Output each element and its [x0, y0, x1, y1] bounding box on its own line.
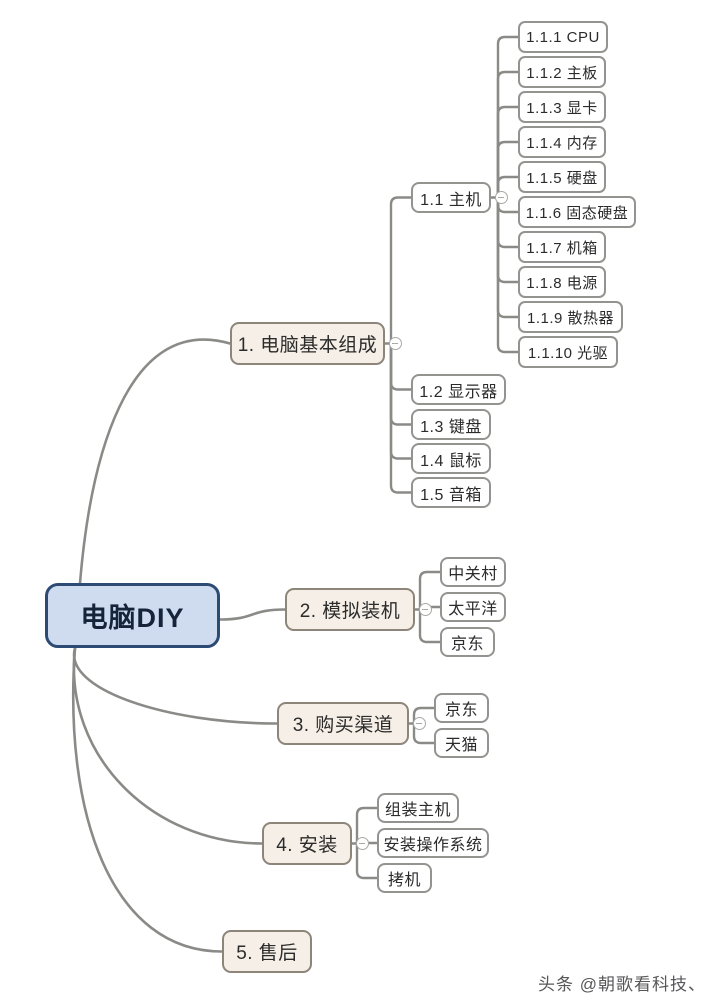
subnode-b1c5[interactable]: 1.5 音箱	[411, 477, 491, 508]
connector	[496, 105, 520, 199]
connector	[389, 342, 413, 391]
node-label: 1.2 显示器	[419, 383, 498, 401]
subnode-b2c3[interactable]: 京东	[440, 627, 495, 657]
subnode-b3c1[interactable]: 京东	[434, 693, 489, 723]
leaf-node-b1c1g10[interactable]: 1.1.10 光驱	[518, 336, 618, 368]
subnode-b2c2[interactable]: 太平洋	[440, 592, 506, 622]
node-label: 1.1 主机	[420, 191, 482, 209]
node-label: 1.1.8 电源	[526, 274, 598, 292]
collapse-toggle[interactable]	[495, 191, 508, 204]
connector	[496, 35, 520, 199]
node-label: 京东	[450, 636, 484, 653]
node-label: 1.3 键盘	[420, 418, 482, 436]
leaf-node-b1c1g8[interactable]: 1.1.8 电源	[518, 266, 606, 298]
node-label: 电脑DIY	[80, 603, 185, 633]
connector-layer	[71, 35, 520, 953]
node-label: 1.1.3 显卡	[526, 99, 598, 117]
subnode-b1c1[interactable]: 1.1 主机	[411, 182, 491, 213]
subnode-b4c3[interactable]: 拷机	[377, 863, 432, 893]
node-label: 1.1.4 内存	[526, 134, 598, 152]
connector	[218, 608, 287, 621]
node-label: 1.1.7 机箱	[526, 239, 598, 257]
node-label: 京东	[444, 702, 478, 719]
branch-node-b2[interactable]: 2. 模拟装机	[285, 588, 415, 631]
collapse-toggle[interactable]	[356, 837, 369, 850]
mindmap-canvas: 电脑DIY 1. 电脑基本组成 1.1 主机 1.1.1 CPU 1.1.2 主板 1.1…	[0, 0, 720, 1007]
leaf-node-b1c1g5[interactable]: 1.1.5 硬盘	[518, 161, 606, 193]
node-label: 3. 购买渠道	[292, 715, 394, 736]
node-label: 1.1.6 固态硬盘	[525, 204, 629, 222]
branch-node-b3[interactable]: 3. 购买渠道	[277, 702, 409, 745]
leaf-node-b1c1g9[interactable]: 1.1.9 散热器	[518, 301, 623, 333]
leaf-node-b1c1g4[interactable]: 1.1.4 内存	[518, 126, 606, 158]
node-label: 拷机	[387, 872, 421, 889]
connector	[389, 342, 413, 494]
leaf-node-b1c1g7[interactable]: 1.1.7 机箱	[518, 231, 606, 263]
connector	[496, 70, 520, 199]
node-label: 5. 售后	[236, 943, 298, 964]
node-label: 1.1.1 CPU	[526, 28, 600, 46]
node-label: 组装主机	[384, 802, 451, 819]
connector	[496, 196, 520, 284]
node-label: 4. 安装	[276, 835, 338, 856]
collapse-toggle[interactable]	[413, 717, 426, 730]
connector	[496, 196, 520, 319]
watermark: 头条 @朝歌看科技、	[538, 975, 706, 994]
connector	[72, 646, 264, 845]
connector	[71, 646, 224, 953]
leaf-node-b1c1g2[interactable]: 1.1.2 主板	[518, 56, 606, 88]
subnode-b1c2[interactable]: 1.2 显示器	[411, 374, 506, 405]
leaf-node-b1c1g6[interactable]: 1.1.6 固态硬盘	[518, 196, 636, 228]
node-label: 1.5 音箱	[420, 486, 482, 504]
collapse-toggle[interactable]	[419, 603, 432, 616]
connector	[389, 196, 413, 345]
subnode-b1c4[interactable]: 1.4 鼠标	[411, 443, 491, 474]
subnode-b3c2[interactable]: 天猫	[434, 728, 489, 758]
root-node[interactable]: 电脑DIY	[45, 583, 220, 648]
connector	[78, 338, 232, 585]
branch-node-b5[interactable]: 5. 售后	[222, 930, 312, 973]
node-label: 1.4 鼠标	[420, 452, 482, 470]
node-label: 1.1.5 硬盘	[526, 169, 598, 187]
subnode-b1c3[interactable]: 1.3 键盘	[411, 409, 491, 440]
collapse-toggle[interactable]	[389, 337, 402, 350]
branch-node-b1[interactable]: 1. 电脑基本组成	[230, 322, 385, 365]
node-label: 1.1.9 散热器	[526, 309, 615, 327]
node-label: 太平洋	[448, 601, 498, 618]
node-label: 2. 模拟装机	[299, 601, 401, 622]
node-label: 中关村	[448, 566, 498, 583]
subnode-b4c1[interactable]: 组装主机	[377, 793, 459, 823]
leaf-node-b1c1g1[interactable]: 1.1.1 CPU	[518, 21, 608, 53]
node-label: 1.1.2 主板	[526, 64, 598, 82]
connector	[496, 196, 520, 249]
node-label: 1.1.10 光驱	[527, 344, 609, 362]
node-label: 天猫	[444, 737, 478, 754]
connector	[72, 646, 279, 725]
leaf-node-b1c1g3[interactable]: 1.1.3 显卡	[518, 91, 606, 123]
connector	[389, 342, 413, 460]
node-label: 安装操作系统	[383, 837, 483, 854]
subnode-b2c1[interactable]: 中关村	[440, 557, 506, 587]
branch-node-b4[interactable]: 4. 安装	[262, 822, 352, 865]
connector	[389, 342, 413, 426]
subnode-b4c2[interactable]: 安装操作系统	[377, 828, 489, 858]
connector	[496, 140, 520, 199]
node-label: 1. 电脑基本组成	[237, 335, 378, 356]
connector	[496, 196, 520, 354]
